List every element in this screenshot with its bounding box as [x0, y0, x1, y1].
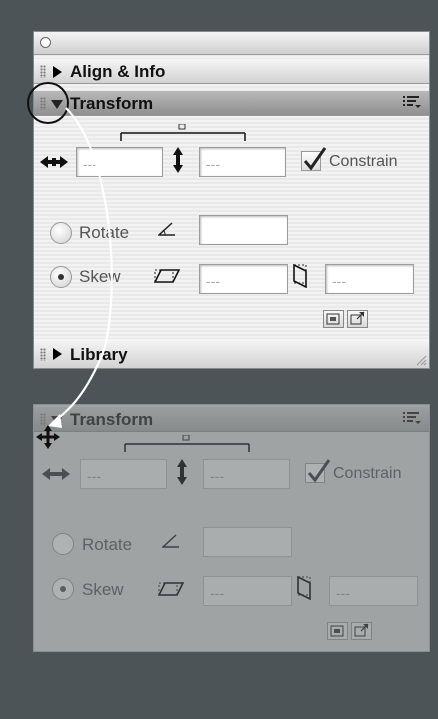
- vertical-arrows-icon: [173, 147, 183, 173]
- copy-transform-button: [327, 622, 348, 640]
- copy-transform-icon: [326, 313, 340, 325]
- constrain-link-icon: [120, 124, 246, 141]
- drag-grip-icon[interactable]: [40, 348, 46, 361]
- align-info-panel-header[interactable]: Align & Info: [34, 59, 429, 84]
- vertical-arrows-icon: [177, 459, 187, 485]
- panel-label: Transform: [70, 94, 154, 113]
- rotate-field[interactable]: [199, 215, 288, 245]
- disclosure-collapsed-icon[interactable]: [53, 66, 62, 78]
- width-field[interactable]: ---: [76, 147, 163, 177]
- drag-grip-icon[interactable]: [40, 65, 46, 78]
- floating-panel: Align & Info Transform --- --- Constrain…: [33, 31, 430, 369]
- constrain-checkbox: [305, 459, 331, 483]
- skew-horizontal-icon: [154, 269, 180, 283]
- copy-transform-button[interactable]: [323, 310, 344, 328]
- width-field: ---: [80, 459, 167, 489]
- horizontal-arrows-icon: [42, 468, 70, 480]
- rotate-label: Rotate: [79, 223, 130, 242]
- reset-transform-button: [351, 622, 372, 640]
- constrain-checkbox[interactable]: [301, 147, 327, 171]
- reset-transform-button[interactable]: [347, 310, 368, 328]
- constrain-link-icon: [124, 435, 250, 452]
- skew-vertical-field[interactable]: ---: [325, 264, 414, 294]
- panel-label: Library: [70, 345, 128, 364]
- drag-grip-icon: [40, 413, 46, 426]
- library-panel-header[interactable]: Library: [34, 339, 429, 368]
- skew-label: Skew: [79, 267, 121, 286]
- horizontal-arrows-icon: [40, 156, 68, 168]
- disclosure-expanded-icon[interactable]: [51, 100, 63, 109]
- skew-label: Skew: [82, 580, 124, 599]
- height-field: ---: [203, 459, 290, 489]
- options-menu-icon: [403, 412, 421, 424]
- skew-vertical-icon: [293, 264, 307, 288]
- angle-icon: [162, 534, 179, 548]
- ghost-transform-header: Transform: [34, 407, 429, 432]
- skew-horizontal-icon: [158, 582, 184, 596]
- skew-vertical-field: ---: [329, 576, 418, 606]
- constrain-label: Constrain: [333, 465, 402, 482]
- close-button[interactable]: [40, 37, 51, 48]
- constrain-label: Constrain: [329, 153, 398, 170]
- rotate-radio[interactable]: [50, 222, 72, 244]
- skew-vertical-icon: [297, 576, 311, 600]
- rotate-field: [203, 527, 292, 557]
- disclosure-expanded-icon: [51, 416, 63, 425]
- checkmark-icon: [303, 147, 327, 171]
- panel-label: Transform: [70, 410, 154, 429]
- reset-transform-icon: [350, 311, 365, 325]
- angle-icon: [158, 222, 175, 236]
- drag-grip-icon[interactable]: [40, 97, 46, 110]
- skew-horizontal-field: ---: [203, 576, 292, 606]
- rotate-radio: [52, 533, 74, 555]
- height-field[interactable]: ---: [199, 147, 286, 177]
- skew-radio: [52, 578, 74, 600]
- reset-transform-icon: [354, 623, 369, 637]
- panel-title-bar[interactable]: [34, 32, 429, 55]
- skew-horizontal-field[interactable]: ---: [199, 264, 288, 294]
- skew-radio[interactable]: [50, 266, 72, 288]
- disclosure-collapsed-icon[interactable]: [53, 348, 62, 360]
- rotate-label: Rotate: [82, 535, 133, 554]
- transform-panel-header[interactable]: Transform: [34, 91, 429, 116]
- copy-transform-icon: [330, 625, 344, 637]
- options-menu-icon[interactable]: [403, 95, 421, 109]
- resize-grip-icon[interactable]: [415, 354, 427, 366]
- dragged-transform-panel-preview: Transform --- --- Constrain Rotate Skew …: [33, 404, 430, 652]
- checkmark-icon: [307, 459, 331, 483]
- panel-label: Align & Info: [70, 62, 166, 81]
